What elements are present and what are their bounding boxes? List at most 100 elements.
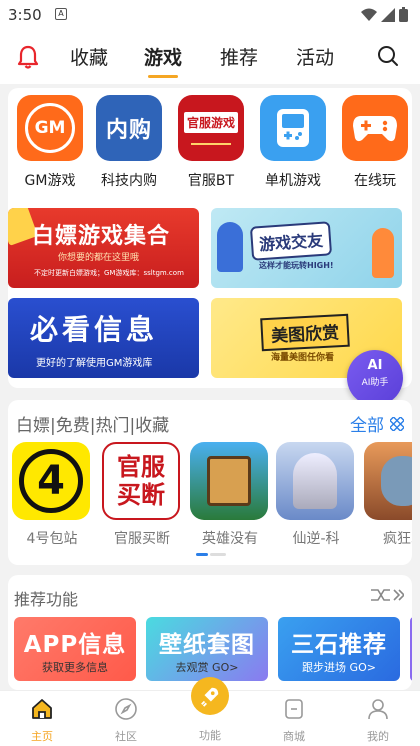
character-illustration [372, 228, 394, 278]
tab-favorites[interactable]: 收藏 [70, 43, 108, 70]
status-time: 3:50 [8, 6, 42, 24]
game-label: 4号包站 [26, 531, 78, 547]
app-tech-iap[interactable]: 内购 科技内购 [95, 95, 163, 190]
game-icon-text: 官服买断 [117, 453, 165, 509]
notification-icon: A [55, 8, 67, 20]
rocket-icon [201, 687, 219, 707]
feature-fab[interactable] [191, 677, 229, 715]
game-item[interactable]: 仙逆-科 [276, 442, 356, 548]
speech-bubble: 游戏交友 [249, 221, 333, 261]
status-bar: 3:50 A [0, 0, 420, 30]
feature-subtitle: 获取更多信息 [42, 661, 108, 674]
app-label: 官服BT [187, 173, 235, 189]
ai-icon: AI [367, 358, 383, 373]
feature-recommend[interactable]: 三石推荐 跟步进场 GO> [278, 617, 400, 681]
feature-title: 三石推荐 [291, 632, 387, 658]
title-plaque: 美图欣赏 [260, 313, 350, 352]
feature-app-info[interactable]: APP信息 获取更多信息 [14, 617, 136, 681]
game-item[interactable]: 4 4号包站 [12, 442, 92, 548]
feature-title: 壁纸套图 [159, 632, 255, 658]
game-icon: 4 [12, 442, 90, 520]
view-all-label: 全部 [350, 416, 384, 436]
app-icon-text: 内购 [105, 118, 152, 143]
tab-label: 收藏 [70, 47, 109, 69]
banner-footer: 不定时更新白嫖游戏；GM游戏库：ssltgm.com [34, 269, 184, 277]
bottom-nav: 主页 社区 功能 商城 我的 [0, 677, 420, 746]
feature-subtitle: 跟步进场 GO> [302, 661, 376, 674]
app-icon-text: 官服游戏 [183, 111, 238, 133]
battery-icon [399, 7, 408, 22]
handheld-console-icon [260, 95, 326, 161]
banner-subtitle: 这样才能玩转HIGH! [259, 261, 334, 270]
store-icon [285, 699, 303, 719]
game-label: 仙逆-科 [292, 531, 340, 547]
banner-subtitle: 海量美图任你看 [271, 353, 335, 363]
nav-features[interactable]: 功能 [180, 727, 240, 743]
game-item[interactable]: 英雄没有 [190, 442, 270, 548]
app-label: GM游戏 [24, 173, 76, 189]
shuffle-arrows-icon[interactable] [370, 587, 404, 603]
games-section: 白嫖|免费|热门|收藏 全部 4 4号包站 官服买断 官服买断 英雄没有 仙逆-… [8, 400, 412, 565]
tab-label: 活动 [296, 47, 335, 69]
grid-icon [390, 416, 404, 431]
app-single-player[interactable]: 单机游戏 [259, 95, 327, 190]
app-official-bt[interactable]: 官服游戏 官服BT [177, 95, 245, 190]
game-label: 官服买断 [114, 531, 170, 547]
nav-label: 功能 [199, 729, 221, 742]
feature-wallpapers[interactable]: 壁纸套图 去观赏 GO> [146, 617, 268, 681]
compass-icon [115, 698, 137, 720]
home-icon [32, 699, 52, 719]
status-icons [361, 7, 408, 22]
section-title: 推荐功能 [14, 590, 79, 609]
banner-subtitle: 你想要的都在这里哦 [58, 253, 140, 263]
recommended-features: 推荐功能 APP信息 获取更多信息 壁纸套图 去观赏 GO> 三石推荐 跟步进场… [8, 575, 412, 690]
game-label: 英雄没有 [202, 531, 258, 547]
search-icon[interactable] [376, 44, 400, 68]
carousel-indicator [196, 553, 226, 556]
user-icon [368, 699, 388, 720]
banner-title: 游戏交友 [258, 230, 324, 255]
view-all-button[interactable]: 全部 [350, 411, 404, 436]
bell-icon[interactable] [16, 44, 40, 70]
indicator-active [196, 553, 208, 556]
banner-game-friends[interactable]: 游戏交友 这样才能玩转HIGH! [211, 208, 402, 288]
tab-recommend[interactable]: 推荐 [220, 43, 258, 70]
game-item[interactable]: 疯狂水 [364, 442, 412, 548]
character-illustration [293, 453, 337, 509]
game-icon-text: 4 [19, 449, 83, 513]
nav-label: 社区 [115, 730, 137, 743]
tab-label: 游戏 [144, 47, 183, 69]
nav-store[interactable]: 商城 [264, 697, 324, 744]
game-icon: 官服买断 [102, 442, 180, 520]
tab-games[interactable]: 游戏 [144, 43, 183, 78]
banner-must-read[interactable]: 必看信息 更好的了解使用GM游戏库 [8, 298, 199, 378]
apps-card: GM GM游戏 内购 科技内购 官服游戏 官服BT 单机游戏 在线玩 白嫖游戏集… [8, 88, 412, 388]
purchase-icon: 内购 [96, 95, 162, 161]
tab-underline [148, 75, 179, 78]
nav-profile[interactable]: 我的 [348, 697, 408, 744]
game-icon [276, 442, 354, 520]
character-illustration [217, 222, 243, 272]
nav-label: 商城 [283, 730, 305, 743]
banner-freebie-games[interactable]: 白嫖游戏集合 你想要的都在这里哦 不定时更新白嫖游戏；GM游戏库：ssltgm.… [8, 208, 199, 288]
nav-home[interactable]: 主页 [12, 697, 72, 744]
banner-subtitle: 更好的了解使用GM游戏库 [36, 358, 153, 369]
app-icon-text: GM [25, 103, 75, 153]
nav-community[interactable]: 社区 [96, 697, 156, 744]
app-play-online[interactable]: 在线玩 [341, 95, 409, 190]
top-nav: 收藏 游戏 推荐 活动 [0, 30, 420, 84]
section-title: 白嫖|免费|热门|收藏 [16, 416, 170, 436]
game-icon [190, 442, 268, 520]
app-label: 单机游戏 [265, 173, 321, 189]
ai-label: AI助手 [361, 378, 389, 388]
game-item[interactable]: 官服买断 官服买断 [102, 442, 182, 548]
decoration [191, 142, 231, 145]
ai-assistant-button[interactable]: AI AI助手 [347, 350, 403, 406]
game-label: 疯狂水 [383, 531, 412, 547]
indicator-track [210, 553, 226, 556]
character-illustration [381, 456, 412, 506]
hero-illustration [207, 456, 251, 506]
nav-label: 我的 [367, 730, 389, 743]
app-gm-games[interactable]: GM GM游戏 [16, 95, 84, 190]
tab-events[interactable]: 活动 [296, 43, 334, 70]
